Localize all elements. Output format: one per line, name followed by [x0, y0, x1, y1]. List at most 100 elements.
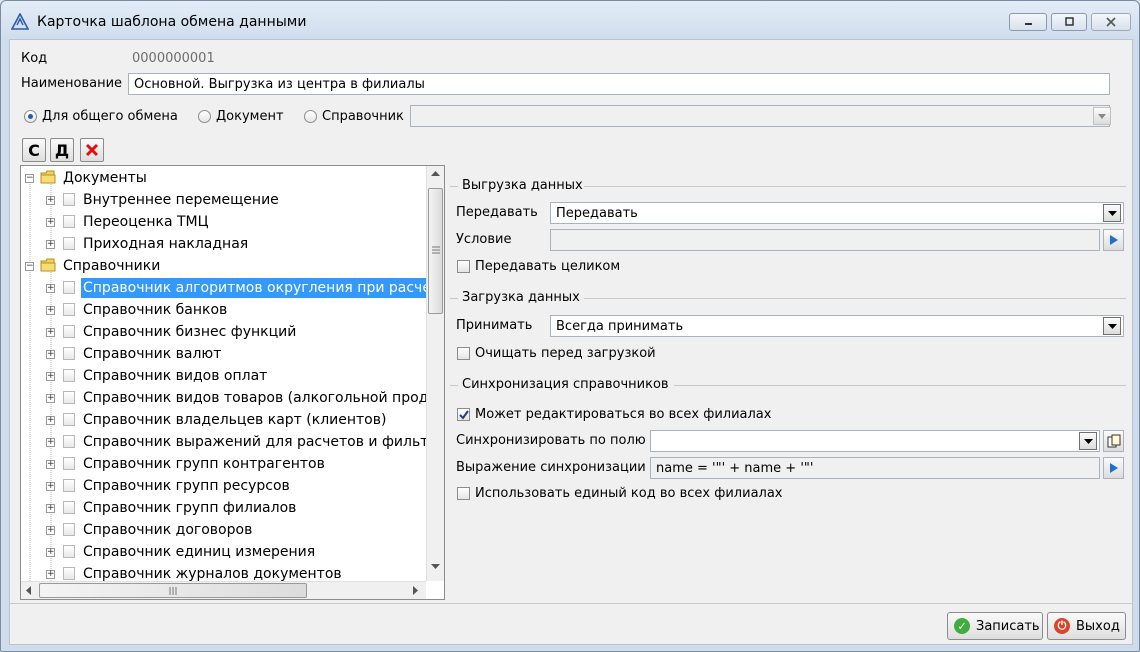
condition-label: Условие [456, 232, 512, 247]
tree-vscroll-thumb[interactable] [428, 188, 443, 314]
document-icon [63, 193, 75, 206]
tree-item-label: Справочник владельцев карт (клиентов) [83, 412, 387, 428]
expand-icon[interactable]: + [46, 196, 55, 205]
tree-item-row[interactable]: + Приходная накладная [21, 233, 426, 255]
single-code-checkbox[interactable] [457, 487, 470, 500]
transfer-select[interactable]: Передавать [550, 202, 1124, 224]
import-section-line-left [450, 298, 458, 299]
radio-document-label[interactable]: Документ [216, 109, 284, 124]
tree-item-row[interactable]: + Справочник видов товаров (алкогольной п… [21, 387, 444, 409]
edit-button[interactable]: Д [50, 138, 74, 162]
expand-icon[interactable]: + [46, 218, 55, 227]
tree-item-row[interactable]: + Справочник бизнес функций [21, 321, 426, 343]
expand-icon[interactable]: + [46, 438, 55, 447]
expand-icon[interactable]: + [46, 460, 55, 469]
radio-general-label[interactable]: Для общего обмена [42, 109, 178, 124]
expand-icon[interactable]: + [46, 504, 55, 513]
tree-item-row[interactable]: + Справочник банков [21, 299, 426, 321]
expand-icon[interactable]: + [46, 372, 55, 381]
transfer-dropdown[interactable] [1103, 204, 1121, 222]
editable-everywhere-label[interactable]: Может редактироваться во всех филиалах [475, 407, 771, 422]
expand-icon[interactable]: + [46, 526, 55, 535]
radio-reference-label[interactable]: Справочник [322, 109, 404, 124]
scroll-left-icon [26, 586, 31, 595]
sync-expr-edit-button[interactable] [1103, 457, 1124, 479]
restore-icon [1065, 17, 1074, 26]
condition-input[interactable] [550, 229, 1100, 251]
exit-button[interactable]: ⏻ Выход [1047, 612, 1126, 640]
play-arrow-icon [1109, 235, 1118, 245]
save-button[interactable]: ✓ Записать [947, 612, 1043, 640]
accept-dropdown[interactable] [1103, 317, 1121, 335]
tree-vertical-scrollbar[interactable] [426, 166, 444, 581]
transfer-whole-label[interactable]: Передавать целиком [475, 259, 620, 274]
tree-item-row[interactable]: + Справочник договоров [21, 519, 426, 541]
minimize-icon [1025, 23, 1032, 25]
title-bar: Карточка шаблона обмена данными [1, 1, 1139, 41]
editable-everywhere-checkbox[interactable] [457, 408, 470, 421]
radio-general[interactable] [24, 110, 37, 123]
tree-group-row[interactable]: − Справочники [21, 255, 426, 277]
tree-item-label: Справочник банков [83, 302, 228, 318]
tree-item-row[interactable]: + Справочник выражений для расчетов и фил… [21, 431, 444, 453]
tree-item-row[interactable]: + Справочник групп ресурсов [21, 475, 426, 497]
tree-item-row[interactable]: + Справочник видов оплат [21, 365, 426, 387]
radio-document[interactable] [198, 110, 211, 123]
tree-hscroll-thumb[interactable] [39, 583, 307, 598]
create-button[interactable]: С [22, 138, 46, 162]
expand-icon[interactable]: + [46, 548, 55, 557]
document-icon [63, 413, 75, 426]
document-icon [63, 435, 75, 448]
expand-icon[interactable]: + [46, 240, 55, 249]
expand-icon[interactable]: + [46, 350, 55, 359]
condition-edit-button[interactable] [1103, 229, 1124, 251]
collapse-icon[interactable]: − [25, 174, 34, 183]
reference-combo-dropdown[interactable] [1093, 107, 1111, 125]
sync-expr-label: Выражение синхронизации [456, 460, 646, 475]
expand-icon[interactable]: + [46, 328, 55, 337]
tree-item-row[interactable]: + Справочник владельцев карт (клиентов) [21, 409, 426, 431]
import-section-line [584, 298, 1126, 299]
tree-item-row[interactable]: + Справочник групп филиалов [21, 497, 426, 519]
sync-field-select[interactable] [650, 430, 1100, 452]
name-input[interactable]: Основной. Выгрузка из центра в филиалы [128, 73, 1110, 95]
sync-section-line-left [450, 385, 458, 386]
sync-field-dropdown[interactable] [1079, 432, 1097, 450]
tree-item-row[interactable]: + Справочник единиц измерения [21, 541, 426, 563]
folder-icon [40, 170, 56, 184]
chevron-down-icon [1083, 438, 1093, 444]
minimize-button[interactable] [1009, 13, 1047, 31]
clear-before-import-checkbox[interactable] [457, 347, 470, 360]
maximize-button[interactable] [1051, 13, 1087, 31]
window-title: Карточка шаблона обмена данными [37, 14, 307, 30]
tree-item-row[interactable]: + Справочник алгоритмов округления при ра… [21, 277, 444, 299]
document-icon [63, 523, 75, 536]
expand-icon[interactable]: + [46, 306, 55, 315]
expand-icon[interactable]: + [46, 570, 55, 579]
tree-item-row[interactable]: + Внутреннее перемещение [21, 189, 426, 211]
sync-expr-input[interactable]: name = '"' + name + '"' [650, 457, 1100, 479]
collapse-icon[interactable]: − [25, 262, 34, 271]
reference-combo[interactable] [410, 105, 1110, 127]
radio-reference[interactable] [304, 110, 317, 123]
transfer-whole-checkbox[interactable] [457, 260, 470, 273]
expand-icon[interactable]: + [46, 416, 55, 425]
play-arrow-icon [1109, 463, 1118, 473]
accept-select[interactable]: Всегда принимать [550, 315, 1124, 337]
expand-icon[interactable]: + [46, 284, 55, 293]
tree-item-row[interactable]: + Справочник групп контрагентов [21, 453, 426, 475]
clear-before-import-label[interactable]: Очищать перед загрузкой [475, 346, 656, 361]
close-button[interactable] [1091, 13, 1131, 31]
scope-group: Для общего обмена Документ Справочник [18, 101, 1112, 131]
expand-icon[interactable]: + [46, 482, 55, 491]
single-code-label[interactable]: Использовать единый код во всех филиалах [475, 486, 783, 501]
tree-item-label: Справочник групп филиалов [83, 500, 297, 516]
sync-field-pick-button[interactable] [1103, 430, 1124, 452]
tree-item-row[interactable]: + Переоценка ТМЦ [21, 211, 426, 233]
tree-group-row[interactable]: − Документы [21, 167, 426, 189]
tree-view[interactable]: − Документы + Внутреннее перемещение + Переоц… [20, 165, 445, 600]
delete-button[interactable] [80, 138, 104, 162]
tree-horizontal-scrollbar[interactable] [21, 581, 426, 599]
expand-icon[interactable]: + [46, 394, 55, 403]
tree-item-row[interactable]: + Справочник валют [21, 343, 426, 365]
